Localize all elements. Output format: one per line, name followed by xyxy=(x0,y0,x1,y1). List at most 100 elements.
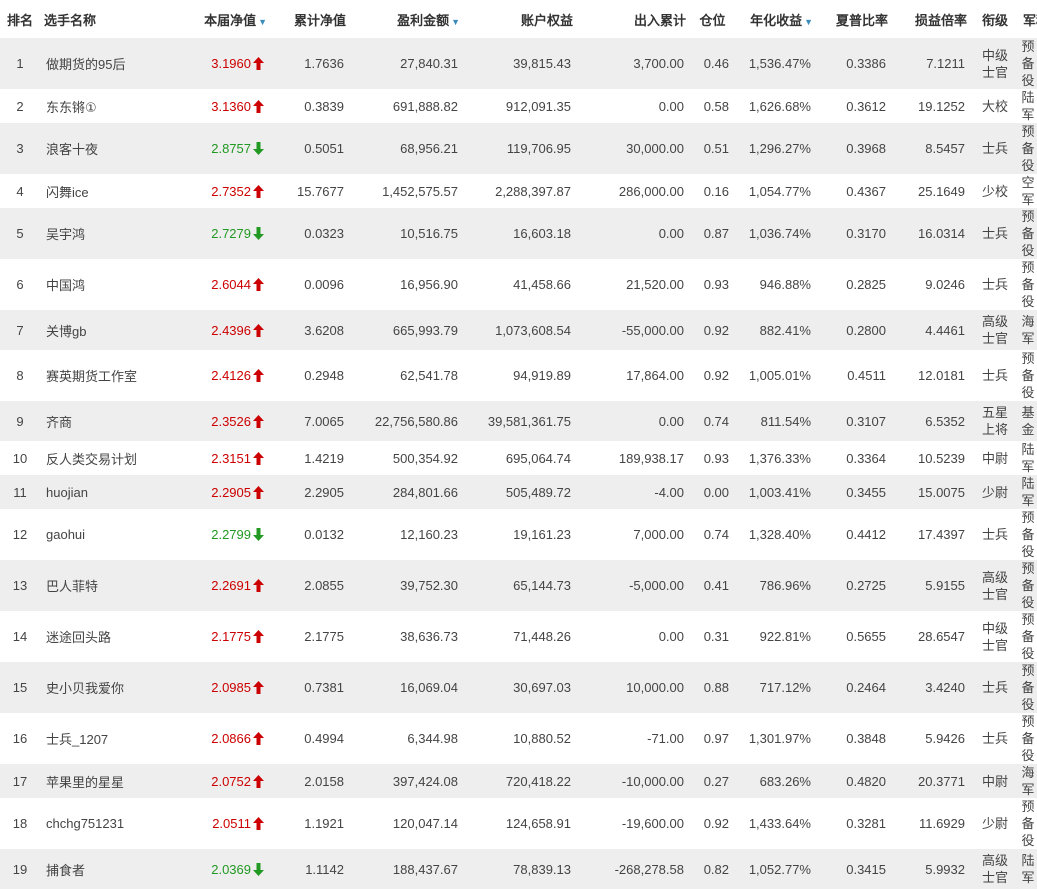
current-nav-cell: 2.2691 xyxy=(155,560,271,611)
position-cell: 0.88 xyxy=(690,662,735,713)
current-nav-cell: 2.7352 xyxy=(155,174,271,208)
current-nav-value: 2.0511 xyxy=(212,816,251,831)
table-row[interactable]: 9 齐商 2.3526 7.0065 22,756,580.86 39,581,361.7… xyxy=(0,401,1037,441)
player-name-cell[interactable]: 吴宇鸿 xyxy=(40,208,155,259)
table-row[interactable]: 18 chchg751231 2.0511 1.1921 120,047.14 124,6… xyxy=(0,798,1037,849)
player-name-cell[interactable]: 史小贝我爱你 xyxy=(40,662,155,713)
header-label: 选手名称 xyxy=(44,12,97,28)
current-nav-value: 2.1775 xyxy=(211,629,251,644)
position-cell: 0.00 xyxy=(690,475,735,509)
table-row[interactable]: 7 关博gb 2.4396 3.6208 665,993.79 1,073,608.54-… xyxy=(0,310,1037,350)
player-name-cell[interactable]: 东东锵① xyxy=(40,89,155,123)
rank-title-cell: 高级士官 xyxy=(971,310,1019,350)
sort-down-icon[interactable]: ▼ xyxy=(804,17,813,27)
cumulative-nav-cell: 2.2905 xyxy=(271,475,350,509)
header-profit[interactable]: 盈利金额 ▼ xyxy=(350,0,464,38)
player-name-cell[interactable]: 关博gb xyxy=(40,310,155,350)
net-flow-cell: -55,000.00 xyxy=(577,310,690,350)
table-row[interactable]: 4 闪舞ice 2.7352 15.7677 1,452,575.57 2,288,397… xyxy=(0,174,1037,208)
branch-cell: 海军 xyxy=(1019,310,1037,350)
header-sharpe: 夏普比率 xyxy=(817,0,892,38)
net-flow-cell: 0.00 xyxy=(577,611,690,662)
sharpe-cell: 0.2825 xyxy=(817,259,892,310)
branch-cell: 陆军 xyxy=(1019,441,1037,475)
sort-down-icon[interactable]: ▼ xyxy=(258,17,267,27)
player-name-cell[interactable]: 苹果里的星星 xyxy=(40,764,155,798)
equity-cell: 94,919.89 xyxy=(464,350,577,401)
table-row[interactable]: 12 gaohui 2.2799 0.0132 12,160.23 19,161.23 7,… xyxy=(0,509,1037,560)
current-nav-cell: 3.1360 xyxy=(155,89,271,123)
table-row[interactable]: 3 浪客十夜 2.8757 0.5051 68,956.21 119,706.95 30,0… xyxy=(0,123,1037,174)
player-name-cell[interactable]: 浪客十夜 xyxy=(40,123,155,174)
table-row[interactable]: 6 中国鸿 2.6044 0.0096 16,956.90 41,458.66 21,520… xyxy=(0,259,1037,310)
position-cell: 0.74 xyxy=(690,509,735,560)
profit-cell: 12,160.23 xyxy=(350,509,464,560)
rank-cell: 7 xyxy=(0,310,40,350)
sort-down-icon[interactable]: ▼ xyxy=(451,17,460,27)
table-row[interactable]: 11 huojian 2.2905 2.2905 284,801.66 505,489.7… xyxy=(0,475,1037,509)
player-name-cell[interactable]: 巴人菲特 xyxy=(40,560,155,611)
position-cell: 0.87 xyxy=(690,208,735,259)
net-flow-cell: 189,938.17 xyxy=(577,441,690,475)
branch-cell: 预备役 xyxy=(1019,798,1037,849)
current-nav-value: 2.3151 xyxy=(211,450,251,466)
player-name-cell[interactable]: 赛英期货工作室 xyxy=(40,350,155,401)
table-row[interactable]: 2 东东锵① 3.1360 0.3839 691,888.82 912,091.35 0.0… xyxy=(0,89,1037,123)
current-nav-value: 2.0752 xyxy=(211,773,251,789)
header-annual-return[interactable]: 年化收益 ▼ xyxy=(735,0,817,38)
player-name-cell[interactable]: 反人类交易计划 xyxy=(40,441,155,475)
player-name-cell[interactable]: huojian xyxy=(40,475,155,509)
arrow-up-icon xyxy=(253,485,265,499)
player-name-cell[interactable]: 闪舞ice xyxy=(40,174,155,208)
rank-title-cell: 少校 xyxy=(971,174,1019,208)
cumulative-nav-cell: 0.4994 xyxy=(271,713,350,764)
cumulative-nav-cell: 3.6208 xyxy=(271,310,350,350)
cumulative-nav-cell: 7.0065 xyxy=(271,401,350,441)
annual-return-cell: 922.81% xyxy=(735,611,817,662)
header-label: 年化收益 xyxy=(750,12,803,28)
player-name-cell[interactable]: 捕食者 xyxy=(40,849,155,889)
annual-return-cell: 1,296.27% xyxy=(735,123,817,174)
header-label: 排名 xyxy=(6,12,33,28)
table-row[interactable]: 15 史小贝我爱你 2.0985 0.7381 16,069.04 30,697.03 10… xyxy=(0,662,1037,713)
branch-cell: 陆军 xyxy=(1019,849,1037,889)
player-name-cell[interactable]: 士兵_1207 xyxy=(40,713,155,764)
player-name-cell[interactable]: 中国鸿 xyxy=(40,259,155,310)
table-row[interactable]: 13 巴人菲特 2.2691 2.0855 39,752.30 65,144.73 -5,0… xyxy=(0,560,1037,611)
table-row[interactable]: 5 吴宇鸿 2.7279 0.0323 10,516.75 16,603.18 0.00 0.… xyxy=(0,208,1037,259)
annual-return-cell: 1,328.40% xyxy=(735,509,817,560)
table-row[interactable]: 10 反人类交易计划 2.3151 1.4219 500,354.92 695,064.7… xyxy=(0,441,1037,475)
rank-title-cell: 中级士官 xyxy=(971,38,1019,89)
arrow-down-icon xyxy=(253,862,265,876)
pl-ratio-cell: 15.0075 xyxy=(892,475,971,509)
header-current-nav[interactable]: 本届净值 ▼ xyxy=(155,0,271,38)
table-row[interactable]: 1 做期货的95后 3.1960 1.7636 27,840.31 39,815.43 3,… xyxy=(0,38,1037,89)
profit-cell: 68,956.21 xyxy=(350,123,464,174)
sharpe-cell: 0.3415 xyxy=(817,849,892,889)
profit-cell: 62,541.78 xyxy=(350,350,464,401)
table-row[interactable]: 16 士兵_1207 2.0866 0.4994 6,344.98 10,880.52 -7… xyxy=(0,713,1037,764)
current-nav-cell: 2.2905 xyxy=(155,475,271,509)
current-nav-cell: 2.8757 xyxy=(155,123,271,174)
table-row[interactable]: 8 赛英期货工作室 2.4126 0.2948 62,541.78 94,919.89 17… xyxy=(0,350,1037,401)
rank-cell: 8 xyxy=(0,350,40,401)
player-name-cell[interactable]: 做期货的95后 xyxy=(40,38,155,89)
player-name-cell[interactable]: 迷途回头路 xyxy=(40,611,155,662)
arrow-up-icon xyxy=(253,369,265,382)
equity-cell: 71,448.26 xyxy=(464,611,577,662)
sharpe-cell: 0.3107 xyxy=(817,401,892,441)
table-body: 1 做期货的95后 3.1960 1.7636 27,840.31 39,815.43 3,… xyxy=(0,38,1037,889)
table-row[interactable]: 17 苹果里的星星 2.0752 2.0158 397,424.08 720,418.22… xyxy=(0,764,1037,798)
position-cell: 0.27 xyxy=(690,764,735,798)
player-name-cell[interactable]: 齐商 xyxy=(40,401,155,441)
table-row[interactable]: 14 迷途回头路 2.1775 2.1775 38,636.73 71,448.26 0.0… xyxy=(0,611,1037,662)
sharpe-cell: 0.3612 xyxy=(817,89,892,123)
cumulative-nav-cell: 2.0158 xyxy=(271,764,350,798)
branch-cell: 预备役 xyxy=(1019,259,1037,310)
player-name-cell[interactable]: gaohui xyxy=(40,509,155,560)
player-name-cell[interactable]: chchg751231 xyxy=(40,798,155,849)
annual-return-cell: 882.41% xyxy=(735,310,817,350)
cumulative-nav-cell: 1.1921 xyxy=(271,798,350,849)
current-nav-cell: 2.0866 xyxy=(155,713,271,764)
table-row[interactable]: 19 捕食者 2.0369 1.1142 188,437.67 78,839.13 -268… xyxy=(0,849,1037,889)
